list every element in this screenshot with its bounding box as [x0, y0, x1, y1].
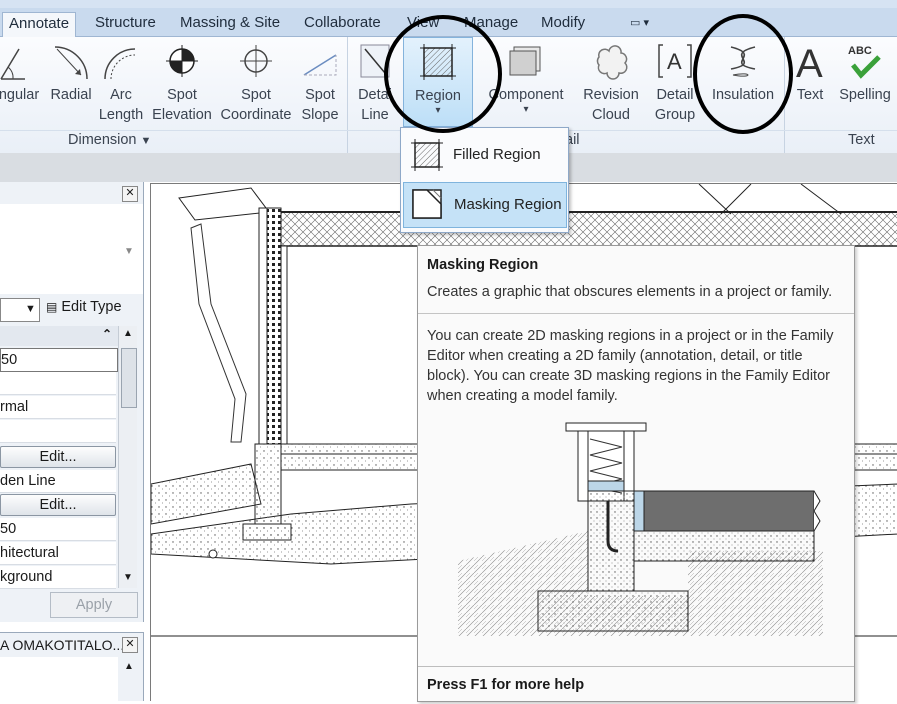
tooltip: Masking Region Creates a graphic that ob…: [417, 245, 855, 702]
property-value[interactable]: [0, 420, 116, 443]
dropdown-arrow-icon: ▾: [435, 105, 441, 116]
tooltip-illustration: [458, 422, 823, 636]
tooltip-summary: Creates a graphic that obscures elements…: [427, 284, 833, 300]
tab-annotate[interactable]: Annotate: [2, 12, 77, 37]
property-value[interactable]: kground: [0, 566, 116, 589]
component-icon: [509, 46, 541, 76]
tab-modify[interactable]: Modify: [535, 12, 591, 34]
insulation-button[interactable]: Insulation: [705, 37, 781, 133]
tooltip-divider: [418, 313, 854, 314]
spelling-button[interactable]: ABC Spelling: [834, 37, 896, 133]
property-value[interactable]: [0, 372, 116, 395]
edit-type-icon: ▤: [46, 300, 58, 314]
spot-slope-button[interactable]: Spot Slope: [297, 37, 343, 133]
dropdown-arrow-icon: ▼: [140, 135, 152, 147]
property-value[interactable]: 50: [0, 518, 116, 541]
svg-text:A: A: [667, 49, 682, 74]
scroll-up-icon[interactable]: ▲: [123, 328, 133, 339]
tab-structure[interactable]: Structure: [89, 12, 162, 34]
revision-cloud-button[interactable]: Revision Cloud: [578, 37, 644, 133]
tooltip-title: Masking Region: [427, 257, 539, 273]
arc-length-icon: [104, 48, 136, 80]
scroll-up-icon[interactable]: ▲: [124, 661, 134, 672]
chevron-down-icon: ▼: [25, 303, 36, 315]
detail-line-icon: [360, 44, 390, 78]
spot-coordinate-icon: [240, 45, 272, 77]
spot-coordinate-button[interactable]: Spot Coordinate: [216, 37, 296, 133]
text-button[interactable]: A Text: [788, 37, 832, 133]
project-browser-tree[interactable]: [0, 657, 118, 701]
property-group-header[interactable]: ⌃: [0, 326, 118, 346]
detail-line-button[interactable]: Detai Line: [352, 37, 398, 133]
type-selector-preview: [0, 204, 143, 294]
property-value[interactable]: 50: [0, 348, 118, 372]
tab-collaborate[interactable]: Collaborate: [298, 12, 387, 34]
property-value[interactable]: rmal: [0, 396, 116, 419]
tab-massing-site[interactable]: Massing & Site: [174, 12, 286, 34]
region-icon: [420, 44, 456, 80]
collapse-icon: ⌃: [102, 327, 113, 341]
tooltip-footer: Press F1 for more help: [418, 666, 854, 702]
title-strip: [0, 0, 897, 8]
scrollbar-thumb[interactable]: [121, 348, 137, 408]
region-button[interactable]: Region ▾: [403, 37, 473, 127]
project-browser: A OMAKOTITALO... ✕ ▲: [0, 632, 144, 701]
tab-view[interactable]: View: [401, 12, 445, 34]
angular-dimension-icon: [0, 48, 25, 80]
chevron-down-icon[interactable]: ▼: [124, 246, 134, 257]
panel-dimension[interactable]: Dimension ▼: [68, 132, 151, 148]
detail-group-button[interactable]: A Detail Group: [648, 37, 702, 133]
properties-panel: ✕ ▼ ▼ ▤ Edit Type ⌃ 50 rmal Edit... den …: [0, 182, 144, 622]
dropdown-arrow-icon: ▾: [523, 104, 529, 115]
region-dropdown-menu: Filled Region Masking Region: [400, 127, 569, 233]
spot-elevation-icon: [166, 45, 198, 77]
tooltip-description: You can create 2D masking regions in a p…: [427, 328, 834, 404]
angular-dimension-button[interactable]: ngular: [0, 37, 44, 133]
filled-region-icon: [411, 139, 443, 171]
detail-group-icon: A: [658, 44, 692, 78]
project-browser-title: A OMAKOTITALO...: [0, 637, 125, 653]
spot-elevation-button[interactable]: Spot Elevation: [148, 37, 216, 133]
masking-region-icon: [412, 189, 442, 219]
edit-button[interactable]: Edit...: [0, 494, 116, 516]
close-icon[interactable]: ✕: [122, 637, 138, 653]
spot-slope-icon: [303, 54, 337, 76]
ribbon-tab-bar: Annotate Structure Massing & Site Collab…: [0, 8, 897, 37]
edit-type-button[interactable]: ▤ Edit Type: [46, 299, 122, 315]
panel-text: Text: [848, 132, 875, 148]
scroll-down-icon[interactable]: ▼: [123, 572, 133, 583]
spelling-glyph: ABC: [848, 45, 872, 57]
apply-button[interactable]: Apply: [50, 592, 138, 618]
edit-button[interactable]: Edit...: [0, 446, 116, 468]
arc-length-button[interactable]: Arc Length: [96, 37, 146, 133]
component-button[interactable]: Component ▾: [484, 37, 568, 133]
panel-options-icon[interactable]: ▭ ▾: [624, 12, 655, 34]
insulation-icon: [730, 46, 756, 77]
masking-region-menu-item[interactable]: Masking Region: [403, 182, 567, 228]
property-value[interactable]: den Line: [0, 470, 116, 493]
revision-cloud-icon: [596, 45, 628, 80]
svg-text:A: A: [796, 42, 823, 81]
text-icon: A: [796, 42, 823, 81]
tab-manage[interactable]: Manage: [458, 12, 524, 34]
radial-dimension-icon: [54, 46, 88, 80]
properties-scrollbar[interactable]: ▲ ▼: [118, 326, 137, 588]
filled-region-menu-item[interactable]: Filled Region: [403, 133, 565, 177]
property-value[interactable]: hitectural: [0, 542, 116, 565]
close-icon[interactable]: ✕: [122, 186, 138, 202]
type-filter-dropdown[interactable]: ▼: [0, 298, 40, 322]
radial-dimension-button[interactable]: Radial: [46, 37, 96, 133]
